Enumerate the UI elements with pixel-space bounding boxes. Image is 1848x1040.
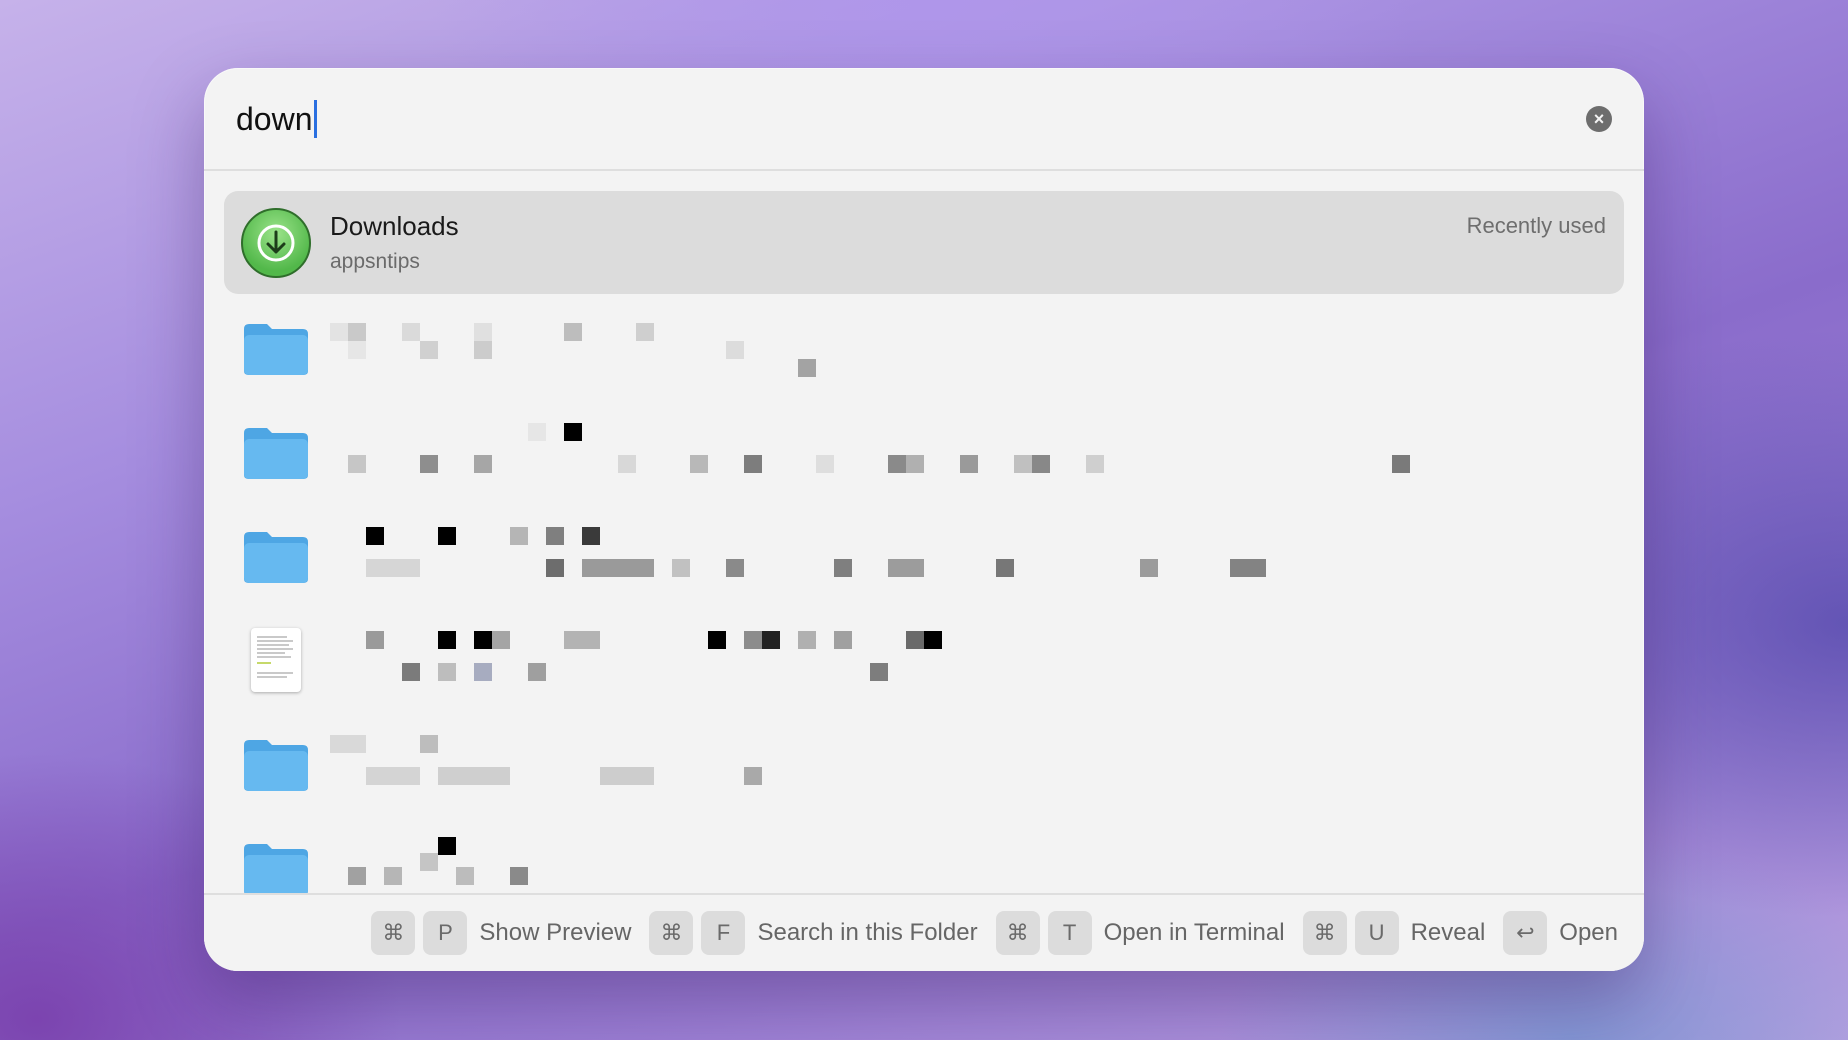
redacted-text xyxy=(330,313,930,383)
result-row-redacted[interactable] xyxy=(224,608,1624,712)
shortcut-key: P xyxy=(423,911,468,955)
shortcut-key: F xyxy=(701,911,746,955)
folder-icon xyxy=(240,520,312,592)
clear-search-button[interactable]: × xyxy=(1586,106,1612,132)
command-key-icon: ⌘ xyxy=(995,911,1040,955)
results-list: Downloads appsntips Recently used xyxy=(224,191,1624,961)
result-row-redacted[interactable] xyxy=(224,400,1624,504)
folder-icon xyxy=(240,312,312,384)
result-row-redacted[interactable] xyxy=(224,504,1624,608)
show-preview-shortcut[interactable]: ⌘ P Show Preview xyxy=(371,911,631,955)
recently-used-label: Recently used xyxy=(1466,213,1606,238)
shortcut-key: T xyxy=(1047,911,1092,955)
shortcut-label: Open xyxy=(1559,919,1618,946)
folder-icon xyxy=(240,728,312,800)
redacted-text xyxy=(330,729,930,799)
launcher-panel: down × Downloads appsntips Recently used xyxy=(204,68,1644,971)
command-key-icon: ⌘ xyxy=(1302,911,1347,955)
return-key-icon: ↩ xyxy=(1503,911,1548,955)
shortcut-label: Open in Terminal xyxy=(1103,919,1285,946)
open-shortcut[interactable]: ↩ Open xyxy=(1503,911,1618,955)
search-folder-shortcut[interactable]: ⌘ F Search in this Folder xyxy=(649,911,978,955)
redacted-text xyxy=(330,625,1030,695)
redacted-text xyxy=(330,417,1430,487)
downloads-folder-icon xyxy=(240,207,312,279)
result-title: Downloads xyxy=(330,211,459,241)
result-row-redacted[interactable] xyxy=(224,296,1624,400)
shortcut-label: Show Preview xyxy=(479,919,632,946)
folder-icon xyxy=(240,416,312,488)
shortcut-key: U xyxy=(1354,911,1399,955)
command-key-icon: ⌘ xyxy=(371,911,416,955)
reveal-shortcut[interactable]: ⌘ U Reveal xyxy=(1302,911,1486,955)
xmark-circle-icon: × xyxy=(1593,109,1605,129)
search-divider xyxy=(204,169,1644,171)
open-terminal-shortcut[interactable]: ⌘ T Open in Terminal xyxy=(995,911,1285,955)
text-caret xyxy=(313,100,317,138)
search-input[interactable]: down xyxy=(236,100,1586,138)
document-icon xyxy=(240,624,312,696)
search-query: down xyxy=(236,100,313,137)
shortcut-label: Reveal xyxy=(1410,919,1486,946)
command-key-icon: ⌘ xyxy=(649,911,694,955)
result-row-redacted[interactable] xyxy=(224,712,1624,816)
result-row-downloads[interactable]: Downloads appsntips Recently used xyxy=(224,191,1624,294)
redacted-text xyxy=(330,521,1430,591)
result-subtitle: appsntips xyxy=(330,250,420,273)
search-bar: down × xyxy=(204,68,1644,170)
action-bar: ⌘ P Show Preview ⌘ F Search in this Fold… xyxy=(204,893,1644,971)
shortcut-label: Search in this Folder xyxy=(757,919,978,946)
